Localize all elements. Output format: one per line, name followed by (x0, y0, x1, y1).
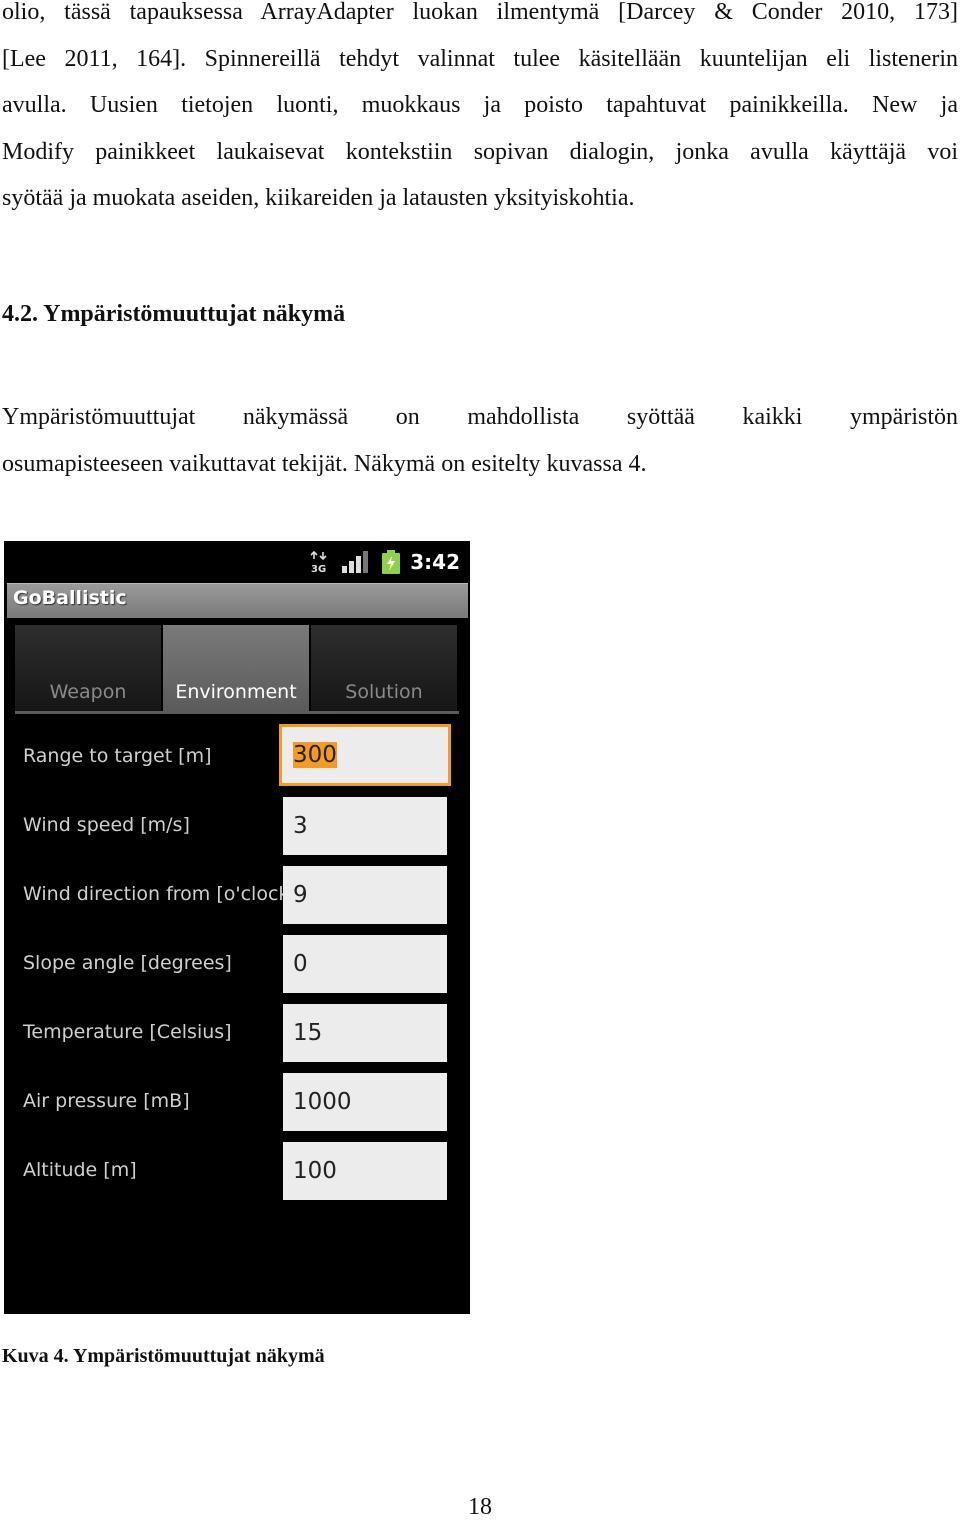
battery-charging-icon (382, 550, 400, 574)
slope-angle-input[interactable] (283, 935, 447, 993)
field-row-air-pressure: Air pressure [mB] (4, 1073, 470, 1133)
figure-caption: Kuva 4. Ympäristömuuttujat näkymä (2, 1345, 325, 1367)
field-label: Range to target [m] (23, 745, 212, 767)
selected-value: 300 (293, 742, 337, 768)
paragraph-line: olio, tässä tapauksessa ArrayAdapter luo… (2, 0, 958, 25)
field-label: Wind speed [m/s] (23, 814, 190, 836)
field-label: Altitude [m] (23, 1159, 137, 1181)
field-row-slope-angle: Slope angle [degrees] (4, 935, 470, 995)
page-number: 18 (468, 1494, 492, 1520)
tab-weapon[interactable]: Weapon (15, 625, 161, 711)
tab-underline (15, 711, 459, 714)
altitude-input[interactable] (283, 1142, 447, 1200)
signal-icon (342, 551, 368, 573)
paragraph-line: syötää ja muokata aseiden, kiikareiden j… (2, 185, 635, 211)
body-paragraph-1: olio, tässä tapauksessa ArrayAdapter luo… (2, 0, 958, 222)
field-label: Slope angle [degrees] (23, 952, 232, 974)
range-to-target-input[interactable]: 300 (279, 724, 451, 786)
3g-icon: 3G (310, 551, 327, 573)
tab-environment[interactable]: Environment (163, 625, 309, 711)
status-bar: 3G 3:42 (4, 541, 470, 583)
wind-direction-input[interactable] (283, 866, 447, 924)
paragraph-line: Ympäristömuuttujat näkymässä on mahdolli… (2, 404, 958, 430)
field-row-temperature: Temperature [Celsius] (4, 1004, 470, 1064)
status-clock: 3:42 (410, 550, 460, 574)
field-label: Temperature [Celsius] (23, 1021, 232, 1043)
section-heading: 4.2. Ympäristömuuttujat näkymä (2, 301, 346, 327)
tab-bar: Weapon Environment Solution (15, 625, 459, 714)
paragraph-line: avulla. Uusien tietojen luonti, muokkaus… (2, 92, 958, 118)
air-pressure-input[interactable] (283, 1073, 447, 1131)
paragraph-line: [Lee 2011, 164]. Spinnereillä tehdyt val… (2, 45, 958, 72)
svg-text:3G: 3G (311, 564, 326, 573)
field-row-altitude: Altitude [m] (4, 1142, 470, 1202)
body-paragraph-2: Ympäristömuuttujat näkymässä on mahdolli… (2, 394, 958, 487)
tab-solution[interactable]: Solution (311, 625, 457, 711)
paragraph-line: Modify painikkeet laukaisevat kontekstii… (2, 138, 958, 165)
wind-speed-input[interactable] (283, 797, 447, 855)
temperature-input[interactable] (283, 1004, 447, 1062)
paragraph-line: osumapisteeseen vaikuttavat tekijät. Näk… (2, 450, 647, 477)
app-title-bar: GoBallistic (7, 583, 468, 618)
field-row-wind-direction: Wind direction from [o'clock] (4, 866, 470, 926)
phone-screenshot: 3G 3:42 GoBallistic Weapon Environment S… (4, 541, 470, 1314)
field-label: Wind direction from [o'clock] (23, 883, 297, 905)
field-label: Air pressure [mB] (23, 1090, 190, 1112)
field-row-wind-speed: Wind speed [m/s] (4, 797, 470, 857)
field-row-range: Range to target [m] 300 (4, 724, 470, 788)
app-title: GoBallistic (13, 587, 127, 609)
